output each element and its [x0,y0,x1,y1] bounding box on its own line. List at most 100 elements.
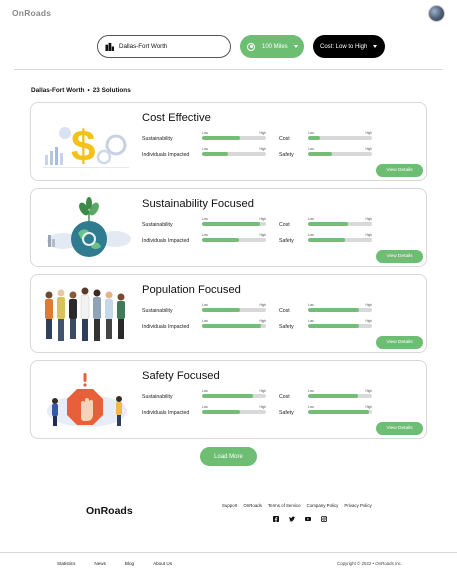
twitter-icon[interactable] [289,516,295,522]
bottom-link-about-us[interactable]: About Us [153,561,172,566]
divider [14,69,443,70]
solution-card-population-focused[interactable]: Population Focused Sustainability Low Hig… [30,274,427,353]
people-illustration [45,287,125,341]
metric-label: Individuals Impacted [142,324,190,330]
cost-meter: Low High [308,131,372,140]
metric-label: Sustainability [142,308,173,314]
metric-label: Sustainability [142,136,173,142]
sort-dropdown[interactable]: Cost: Low to High [313,35,385,58]
view-details-button[interactable]: View Details [376,164,423,177]
metric-label: Cost [279,222,290,228]
individuals-meter: Low High [202,147,266,156]
card-title: Population Focused [142,284,241,296]
view-details-button[interactable]: View Details [376,336,423,349]
solution-card-sustainability-focused[interactable]: Sustainability Focused Sustainability Lo… [30,188,427,267]
high-label: High [259,233,266,237]
youtube-icon[interactable] [305,516,311,522]
card-title: Cost Effective [142,112,211,124]
footer-link-terms[interactable]: Terms of Service [268,503,301,508]
metric-label: Cost [279,136,290,142]
metric-label: Safety [279,152,294,158]
high-label: High [365,303,372,307]
footer-link-support[interactable]: Support [222,503,237,508]
brand-logo[interactable]: OnRoads [12,8,51,18]
bottom-link-news[interactable]: News [94,561,106,566]
social-links [273,516,327,522]
level-fill [202,324,261,328]
metric-label: Sustainability [142,394,173,400]
low-label: Low [308,131,314,135]
results-separator: • [87,87,90,94]
sustainability-meter: Low High [202,131,266,140]
low-label: Low [202,389,208,393]
sustainability-meter: Low High [202,389,266,398]
top-bar: OnRoads [0,0,457,28]
sort-value: Cost: Low to High [320,43,368,50]
level-fill [308,308,360,312]
footer-brand-logo[interactable]: OnRoads [86,505,133,517]
earth-illustration [47,197,131,257]
results-location: Dallas-Fort Worth [31,87,85,94]
filter-bar: Dallas-Fort Worth 100 Miles Cost: Low to… [0,35,457,59]
high-label: High [365,233,372,237]
level-fill [308,324,360,328]
instagram-icon[interactable] [321,516,327,522]
view-details-button[interactable]: View Details [376,422,423,435]
footer-link-privacy-policy[interactable]: Privacy Policy [344,503,371,508]
low-label: Low [308,389,314,393]
bottom-link-statistics[interactable]: Statistics [57,561,75,566]
metric-label: Individuals Impacted [142,152,190,158]
cost-illustration: $ [43,122,129,171]
city-icon [105,42,114,51]
footer-link-onroads[interactable]: OnRoads [243,503,262,508]
high-label: High [259,147,266,151]
metric-label: Safety [279,238,294,244]
sustainability-meter: Low High [202,217,266,226]
level-fill [202,394,254,398]
footer-links: Support OnRoads Terms of Service Company… [222,503,372,508]
cost-meter: Low High [308,303,372,312]
level-fill [202,222,260,226]
facebook-icon[interactable] [273,516,279,522]
level-fill [202,136,241,140]
high-label: High [365,389,372,393]
high-label: High [259,319,266,323]
level-fill [202,238,240,242]
cost-meter: Low High [308,217,372,226]
avatar[interactable] [428,5,445,22]
location-input[interactable]: Dallas-Fort Worth [97,35,231,58]
footer-link-company-policy[interactable]: Company Policy [307,503,339,508]
level-fill [202,152,228,156]
results-summary: Dallas-Fort Worth • 23 Solutions [31,87,131,94]
low-label: Low [202,217,208,221]
card-title: Safety Focused [142,370,220,382]
safety-meter: Low High [308,147,372,156]
card-title: Sustainability Focused [142,198,254,210]
low-label: Low [308,405,314,409]
solution-card-safety-focused[interactable]: Safety Focused Sustainability Low High Co… [30,360,427,439]
low-label: Low [202,147,208,151]
high-label: High [259,131,266,135]
sustainability-meter: Low High [202,303,266,312]
bottom-link-blog[interactable]: Blog [125,561,134,566]
copyright-text: Copyright © 2022 • OnRoads Inc. [337,561,403,566]
high-label: High [259,405,266,409]
high-label: High [365,147,372,151]
individuals-meter: Low High [202,233,266,242]
low-label: Low [308,217,314,221]
load-more-button[interactable]: Load More [200,447,257,466]
solution-card-cost-effective[interactable]: $ Cost Effective Sustainability Low High … [30,102,427,181]
level-fill [308,152,333,156]
level-fill [308,136,320,140]
high-label: High [259,389,266,393]
level-fill [308,238,346,242]
footer-divider [0,552,457,553]
level-fill [202,410,241,414]
metric-label: Individuals Impacted [142,238,190,244]
safety-meter: Low High [308,319,372,328]
high-label: High [365,405,372,409]
distance-dropdown[interactable]: 100 Miles [240,35,304,58]
distance-value: 100 Miles [262,43,288,50]
metric-label: Safety [279,410,294,416]
view-details-button[interactable]: View Details [376,250,423,263]
